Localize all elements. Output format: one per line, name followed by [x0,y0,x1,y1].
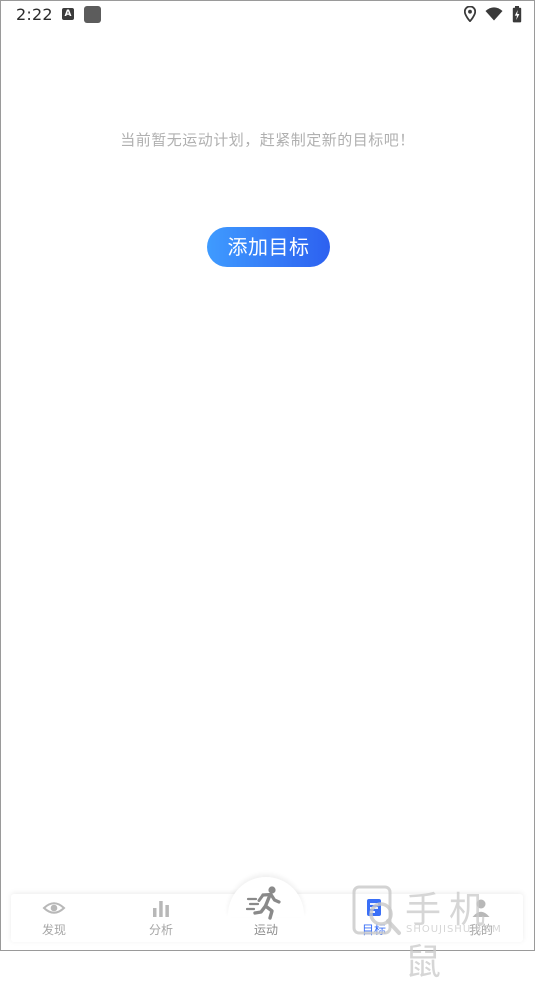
eye-icon [42,902,66,914]
nav-label-goal: 目标 [361,923,386,937]
status-bar: 2:22 A [1,1,534,29]
status-icons [464,5,522,23]
document-icon [367,899,381,916]
wifi-icon [485,7,503,21]
nav-item-analysis[interactable]: 分析 [121,897,201,941]
nav-item-profile[interactable]: 我的 [441,897,521,941]
empty-state-message: 当前暂无运动计划，赶紧制定新的目标吧！ [120,131,415,149]
running-person-icon [246,886,281,920]
location-pin-icon [464,6,476,22]
nav-label-analysis: 分析 [148,923,173,937]
nav-label-discover: 发现 [41,923,66,937]
add-goal-button[interactable]: 添加目标 [207,227,330,267]
battery-charging-icon [512,5,522,22]
nav-label-profile: 我的 [468,923,493,937]
status-time: 2:22 [16,5,53,24]
app-screen: 2:22 A 当前暂无运动计划，赶紧制定新的目标吧！ 添加目标 发现 分析 运动… [0,0,535,983]
nav-item-discover[interactable]: 发现 [14,897,94,941]
nav-item-exercise[interactable]: 运动 [226,885,306,941]
notification-square-icon [84,6,101,23]
nav-label-exercise: 运动 [253,923,278,937]
bar-chart-icon [153,901,169,917]
person-icon [472,899,490,917]
notification-a-icon: A [62,8,74,20]
nav-item-goal[interactable]: 目标 [334,897,414,941]
